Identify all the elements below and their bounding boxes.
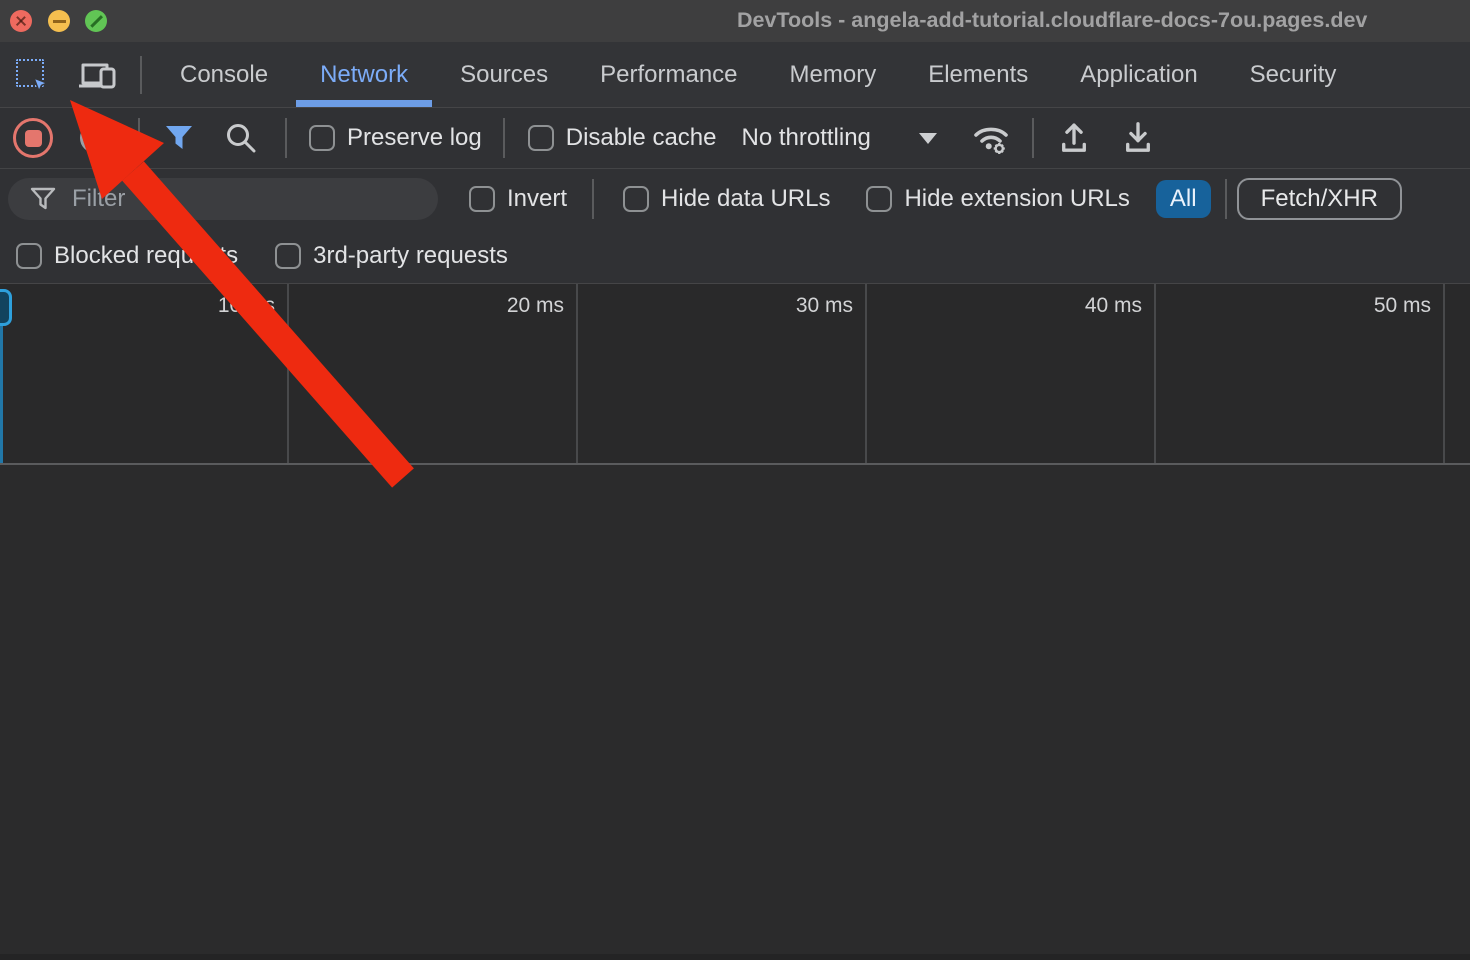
disable-cache-checkbox[interactable] xyxy=(528,125,554,151)
bottom-edge xyxy=(0,954,1470,960)
tab-application[interactable]: Application xyxy=(1054,42,1223,107)
clear-icon xyxy=(80,123,110,153)
hide-data-urls-checkbox[interactable] xyxy=(623,186,649,212)
tab-performance[interactable]: Performance xyxy=(574,42,763,107)
tick-label: 40 ms xyxy=(1022,294,1142,318)
throttling-select[interactable]: No throttling xyxy=(741,124,870,152)
network-toolbar: Preserve log Disable cache No throttling xyxy=(0,108,1470,169)
inspect-element-button[interactable] xyxy=(14,57,50,93)
separator xyxy=(592,179,594,219)
grid-divider xyxy=(287,284,289,463)
import-har-icon[interactable] xyxy=(1056,120,1092,156)
record-icon xyxy=(25,130,42,147)
network-overview-timeline[interactable]: 10 ms 20 ms 30 ms 40 ms 50 ms xyxy=(0,283,1470,465)
preserve-log-label[interactable]: Preserve log xyxy=(347,124,482,152)
chevron-down-icon[interactable] xyxy=(919,133,937,144)
invert-label[interactable]: Invert xyxy=(507,185,567,213)
filter-all-button[interactable]: All xyxy=(1156,180,1211,218)
panel-tabs: Console Network Sources Performance Memo… xyxy=(154,42,1362,107)
filter-fetch-xhr-button[interactable]: Fetch/XHR xyxy=(1237,178,1402,220)
tab-memory[interactable]: Memory xyxy=(764,42,903,107)
filter-funnel-outline-icon xyxy=(30,187,56,211)
device-toolbar-icon xyxy=(77,57,117,93)
separator xyxy=(1225,179,1227,219)
hide-extension-urls-checkbox[interactable] xyxy=(866,186,892,212)
filter-input[interactable] xyxy=(72,185,402,213)
toggle-device-toolbar-button[interactable] xyxy=(77,57,117,93)
third-party-requests-label[interactable]: 3rd-party requests xyxy=(313,242,508,270)
overview-selection-edge xyxy=(0,326,3,463)
tick-label: 20 ms xyxy=(444,294,564,318)
grid-divider xyxy=(1443,284,1445,463)
more-filters-bar: Blocked requests 3rd-party requests xyxy=(0,228,1470,283)
overview-drag-handle[interactable] xyxy=(0,289,12,326)
window-title: DevTools - angela-add-tutorial.cloudflar… xyxy=(737,8,1470,36)
export-har-icon[interactable] xyxy=(1120,120,1156,156)
preserve-log-checkbox[interactable] xyxy=(309,125,335,151)
close-button[interactable] xyxy=(10,10,32,32)
minimize-button[interactable] xyxy=(48,10,70,32)
tick-label: 10 ms xyxy=(155,294,275,318)
hide-extension-urls-label[interactable]: Hide extension URLs xyxy=(904,185,1129,213)
tab-network[interactable]: Network xyxy=(294,42,434,107)
separator xyxy=(138,118,140,158)
network-conditions-icon[interactable] xyxy=(970,119,1012,157)
tab-console[interactable]: Console xyxy=(154,42,294,107)
requests-table-empty-area: Recording network activity… Perform a re… xyxy=(0,465,1470,960)
hide-data-urls-label[interactable]: Hide data URLs xyxy=(661,185,830,213)
grid-divider xyxy=(1154,284,1156,463)
separator xyxy=(1032,118,1034,158)
search-icon[interactable] xyxy=(223,120,259,156)
blocked-requests-checkbox[interactable] xyxy=(16,243,42,269)
window-titlebar: DevTools - angela-add-tutorial.cloudflar… xyxy=(0,0,1470,42)
tab-elements[interactable]: Elements xyxy=(902,42,1054,107)
grid-divider xyxy=(576,284,578,463)
blocked-requests-label[interactable]: Blocked requests xyxy=(54,242,238,270)
record-network-log-button[interactable] xyxy=(13,118,53,158)
cursor-arrow-icon xyxy=(31,75,51,95)
grid-divider xyxy=(865,284,867,463)
tab-sources[interactable]: Sources xyxy=(434,42,574,107)
filter-funnel-icon[interactable] xyxy=(162,123,196,153)
separator xyxy=(503,118,505,158)
tick-label: 50 ms xyxy=(1311,294,1431,318)
separator xyxy=(285,118,287,158)
disable-cache-label[interactable]: Disable cache xyxy=(566,124,717,152)
tab-security[interactable]: Security xyxy=(1224,42,1363,107)
devtools-tabbar: Console Network Sources Performance Memo… xyxy=(0,42,1470,108)
filter-input-container[interactable] xyxy=(8,178,438,220)
separator xyxy=(140,56,142,94)
invert-checkbox[interactable] xyxy=(469,186,495,212)
clear-network-log-button[interactable] xyxy=(78,121,112,155)
tick-label: 30 ms xyxy=(733,294,853,318)
active-tab-indicator xyxy=(296,100,432,107)
network-filter-bar: Invert Hide data URLs Hide extension URL… xyxy=(0,169,1470,228)
third-party-requests-checkbox[interactable] xyxy=(275,243,301,269)
zoom-button[interactable] xyxy=(85,10,107,32)
